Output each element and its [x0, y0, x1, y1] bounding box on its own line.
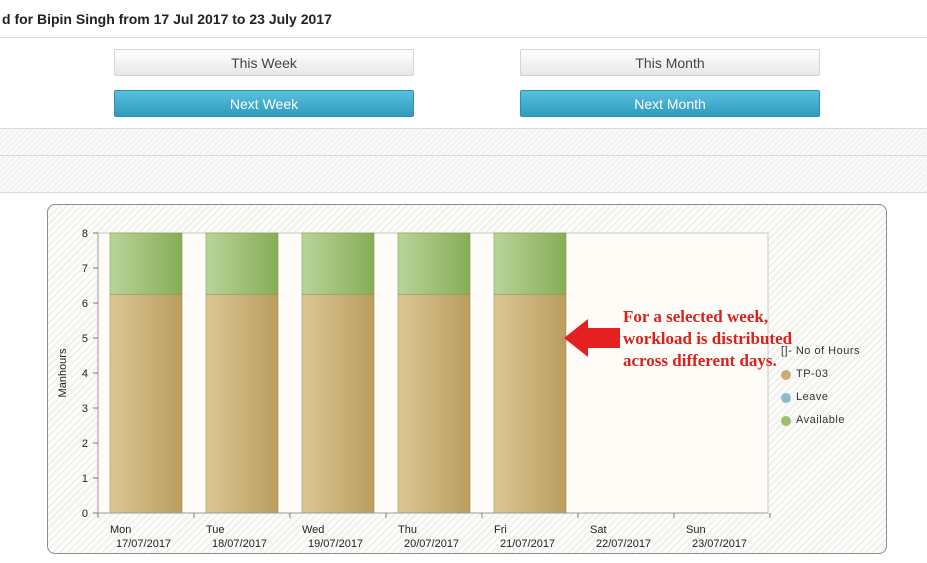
legend-label: Available: [796, 414, 845, 426]
x-tick-label-day: Sat: [590, 524, 607, 536]
x-tick-label-day: Sun: [686, 524, 706, 536]
bar-available-fri: [493, 232, 567, 295]
bar-available-wed: [301, 232, 375, 295]
bar-tp-03-tue: [205, 293, 279, 514]
y-tick-label: 4: [82, 368, 88, 380]
bar-available-tue: [205, 232, 279, 295]
this-week-button[interactable]: This Week: [114, 49, 414, 76]
legend-label: TP-03: [796, 368, 829, 380]
x-tick-label-day: Fri: [494, 524, 507, 536]
legend-label: Leave: [796, 391, 829, 403]
bar-available-thu: [397, 232, 471, 295]
legend-item-leave[interactable]: Leave: [781, 386, 860, 409]
x-tick-label-date: 19/07/2017: [308, 538, 363, 550]
chart-legend: []- No of Hours TP-03 Leave Available: [781, 340, 860, 432]
bar-tp-03-wed: [301, 293, 375, 514]
filter-strip-1: [0, 128, 927, 155]
legend-dot-icon: [781, 369, 791, 380]
bar-tp-03-thu: [397, 293, 471, 514]
filter-strip-2: [0, 155, 927, 193]
x-tick-label-day: Tue: [206, 524, 225, 536]
legend-item-tp03[interactable]: TP-03: [781, 363, 860, 386]
y-tick-label: 0: [82, 508, 88, 520]
x-tick-label-day: Mon: [110, 524, 131, 536]
bar-available-mon: [109, 232, 183, 295]
x-tick-label-date: 21/07/2017: [500, 538, 555, 550]
y-tick-label: 7: [82, 263, 88, 275]
y-tick-label: 8: [82, 228, 88, 240]
x-tick-label-day: Thu: [398, 524, 417, 536]
x-tick-label-date: 22/07/2017: [596, 538, 651, 550]
x-tick-label-date: 18/07/2017: [212, 538, 267, 550]
next-month-button[interactable]: Next Month: [520, 90, 820, 117]
legend-dot-icon: [781, 415, 791, 426]
this-month-button[interactable]: This Month: [520, 49, 820, 76]
legend-dot-icon: [781, 392, 791, 403]
y-tick-label: 6: [82, 298, 88, 310]
x-tick-label-date: 20/07/2017: [404, 538, 459, 550]
y-tick-label: 3: [82, 403, 88, 415]
bar-tp-03-fri: [493, 293, 567, 514]
legend-header: []- No of Hours: [781, 345, 861, 357]
y-tick-label: 1: [82, 473, 88, 485]
x-tick-label-day: Wed: [302, 524, 324, 536]
x-tick-label-date: 17/07/2017: [116, 538, 171, 550]
legend-item-available[interactable]: Available: [781, 409, 860, 432]
y-axis-label: Manhours: [57, 348, 69, 397]
next-week-button[interactable]: Next Week: [114, 90, 414, 117]
y-tick-label: 5: [82, 333, 88, 345]
workload-chart: 0 1 2 3 4 5 6 7 8 Manhours Mon 17/07/2017 Tue 18/07/2…: [57, 228, 771, 550]
page-title: d for Bipin Singh from 17 Jul 2017 to 23…: [0, 0, 927, 38]
x-tick-label-date: 23/07/2017: [692, 538, 747, 550]
bar-tp-03-mon: [109, 293, 183, 514]
y-tick-label: 2: [82, 438, 88, 450]
chart-panel: 0 1 2 3 4 5 6 7 8 Manhours Mon 17/07/2017 Tue 18/07/2…: [47, 204, 887, 554]
